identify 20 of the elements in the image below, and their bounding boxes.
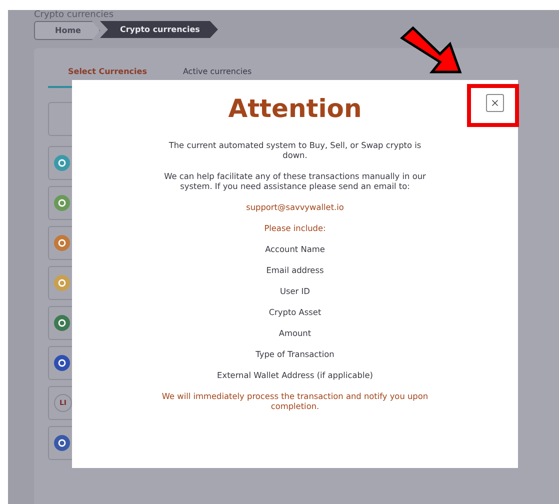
breadcrumb[interactable]: Crypto currencies [100,21,218,38]
close-button[interactable] [486,94,504,112]
dialog-text: External Wallet Address (if applicable) [217,370,373,380]
email-link[interactable]: support@savvywallet.io [246,202,344,212]
dialog-text: Account Name [265,244,325,254]
close-icon [490,98,500,108]
dialog-title: Attention [228,94,362,124]
dialog-text: Amount [278,328,312,338]
dialog-text: We can help facilitate any of these transactions manually in our system. If you need assistance please send an email to: [163,171,427,191]
dialog-text: Type of Transaction [256,349,334,359]
dialog-text: User ID [280,286,310,296]
dialog-text: The current automated system to Buy, Sell, or Swap crypto is down. [168,140,422,160]
breadcrumb[interactable]: Home [34,21,100,40]
arrow-annotation [400,26,464,76]
page-title: Crypto currencies [34,10,115,20]
dialog-text: Please include: [264,223,326,233]
dialog-text: Email address [266,265,324,275]
dialog-text: Crypto Asset [268,307,322,317]
dialog-text: We will immediately process the transaction and notify you upon completion. [160,391,430,411]
highlight-frame [467,84,519,127]
